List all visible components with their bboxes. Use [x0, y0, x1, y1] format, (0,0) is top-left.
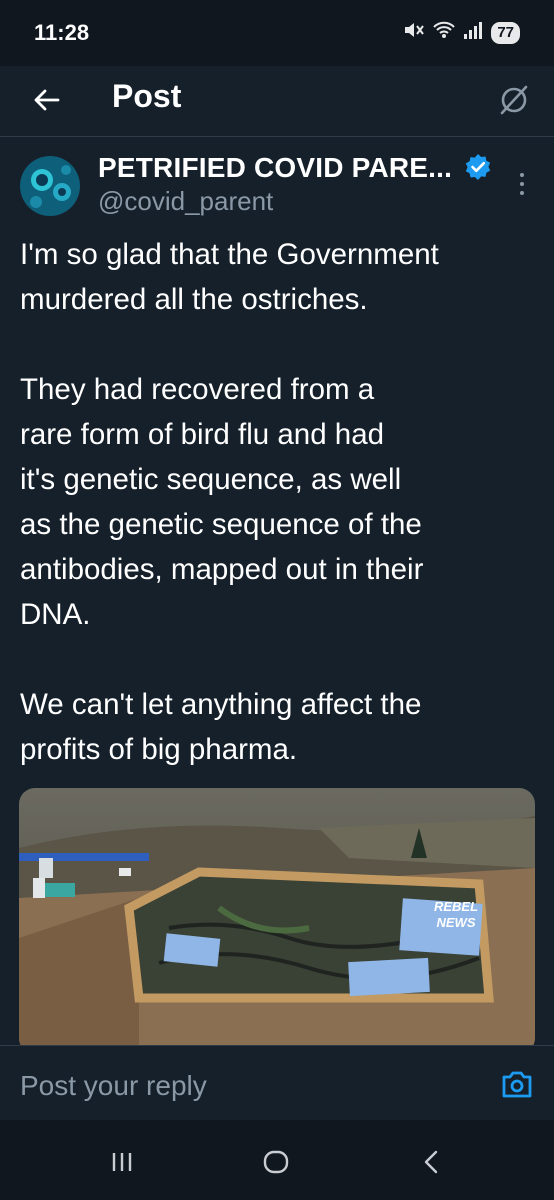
post-media-image[interactable]: REBEL NEWS [19, 788, 535, 1054]
chevron-left-icon [424, 1150, 438, 1174]
more-dots-icon [520, 173, 524, 177]
reply-input[interactable]: Post your reply [20, 1070, 207, 1102]
back-button[interactable] [24, 78, 68, 122]
post-paragraph: They had recovered from a rare form of b… [20, 373, 424, 631]
rebel-news-watermark: REBEL [434, 899, 478, 914]
mute-icon [403, 20, 425, 45]
grok-icon [500, 85, 528, 115]
more-dot [520, 182, 524, 186]
recent-apps-icon [112, 1153, 132, 1171]
signal-icon [463, 20, 483, 45]
system-back-button[interactable] [418, 1148, 446, 1176]
status-icons: 77 [403, 20, 520, 45]
top-header: Post [0, 66, 554, 137]
author-display-name[interactable]: PETRIFIED COVID PARE... [98, 152, 452, 184]
page-title: Post [112, 78, 182, 114]
author-handle[interactable]: @covid_parent [98, 186, 273, 217]
verified-badge-icon [464, 153, 492, 181]
recent-apps-button[interactable] [108, 1148, 136, 1176]
reply-bar: Post your reply [0, 1045, 554, 1121]
camera-button[interactable] [500, 1070, 534, 1100]
post-paragraph: I'm so glad that the Government murdered… [20, 238, 439, 316]
more-dot [520, 191, 524, 195]
home-icon [263, 1150, 289, 1174]
back-arrow-icon [34, 89, 60, 111]
avatar[interactable] [20, 156, 80, 216]
status-time: 11:28 [34, 20, 90, 45]
post-text: I'm so glad that the Government murdered… [20, 232, 536, 772]
camera-icon [502, 1071, 532, 1098]
grok-button[interactable] [492, 78, 536, 122]
status-bar: 11:28 77 [0, 0, 554, 66]
rebel-news-watermark: NEWS [437, 915, 476, 930]
battery-indicator: 77 [491, 21, 520, 44]
home-button[interactable] [262, 1148, 290, 1176]
wifi-icon [433, 20, 456, 45]
more-options-button[interactable] [510, 166, 534, 202]
system-nav-bar [0, 1120, 554, 1200]
post-paragraph: We can't let anything affect the profits… [20, 688, 422, 766]
